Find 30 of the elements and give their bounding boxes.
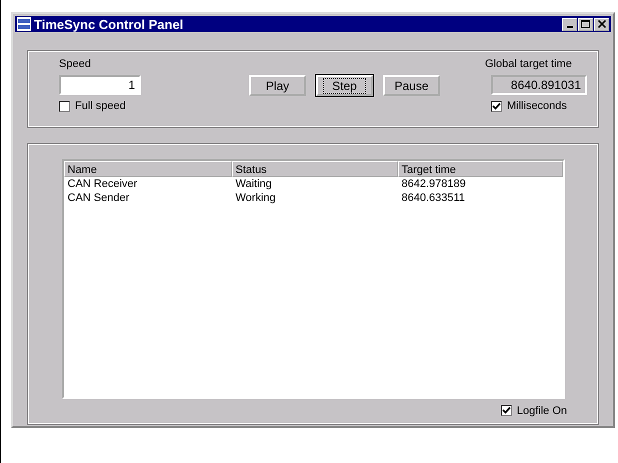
checkbox[interactable] <box>59 100 70 112</box>
minimize-icon <box>566 26 572 28</box>
column-header[interactable]: Name <box>64 160 232 177</box>
maximize-button[interactable] <box>578 18 593 31</box>
table-cell-text: CAN Sender <box>66 190 130 205</box>
checkbox[interactable] <box>491 100 502 112</box>
global-target-time-label: Global target time <box>485 57 572 72</box>
speed-label: Speed <box>59 57 92 72</box>
close-icon <box>598 20 606 28</box>
column-header[interactable]: Status <box>232 160 398 177</box>
table-cell-text: Waiting <box>234 176 273 191</box>
app-icon <box>17 17 31 32</box>
speed-field[interactable]: 1 <box>59 75 141 96</box>
table-cell-text: 8640.633511 <box>400 190 466 205</box>
maximize-icon <box>581 20 590 28</box>
button[interactable]: Pause <box>383 75 440 96</box>
checkbox-label: Logfile On <box>516 404 567 417</box>
button[interactable]: Play <box>249 75 306 96</box>
button[interactable]: Step <box>316 75 373 96</box>
table-cell-text: Working <box>234 190 277 205</box>
column-header[interactable]: Target time <box>398 160 562 177</box>
table-cell-text: CAN Receiver <box>66 176 138 191</box>
minimize-button[interactable] <box>562 18 577 31</box>
table-cell-text: 8642.978189 <box>400 176 467 191</box>
checkbox-label: Milliseconds <box>507 100 567 112</box>
window-title: TimeSync Control Panel <box>34 16 184 32</box>
checkbox[interactable] <box>500 405 512 416</box>
checkbox-label: Full speed <box>75 100 126 112</box>
close-button[interactable] <box>594 18 609 31</box>
target-time-field[interactable]: 8640.891031 <box>491 75 587 96</box>
